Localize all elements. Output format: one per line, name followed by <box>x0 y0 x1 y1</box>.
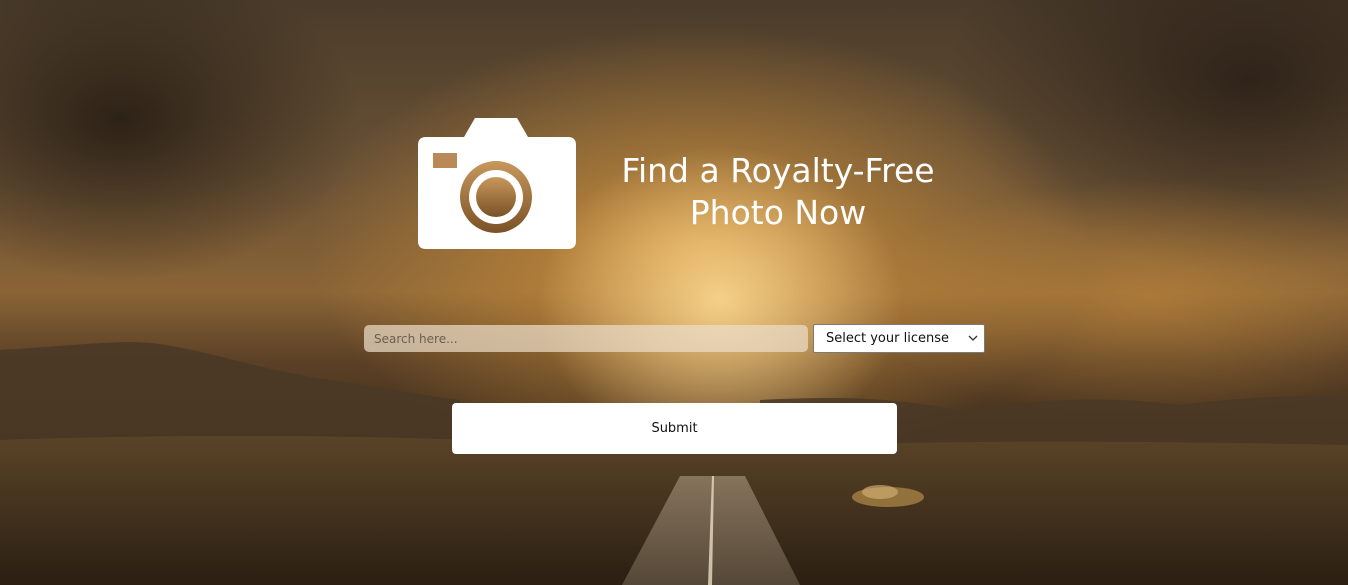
title-line-1: Find a Royalty-Free <box>621 151 935 190</box>
title-line-2: Photo Now <box>689 193 867 232</box>
camera-icon <box>418 118 576 249</box>
search-input[interactable] <box>364 325 808 352</box>
license-select-value: Select your license <box>826 331 949 346</box>
license-select[interactable]: Select your license <box>813 324 985 353</box>
landscape-scenery <box>0 342 1348 585</box>
chevron-down-icon <box>968 335 978 341</box>
page-title: Find a Royalty-Free Photo Now <box>590 150 966 234</box>
submit-button[interactable]: Submit <box>452 403 897 454</box>
